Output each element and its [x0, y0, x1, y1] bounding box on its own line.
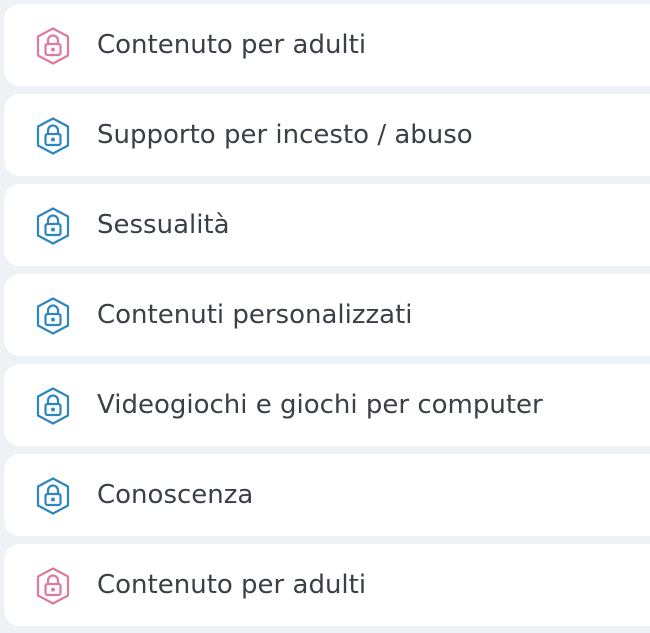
lock-icon — [33, 476, 73, 516]
lock-icon — [33, 26, 73, 66]
lock-icon — [33, 386, 73, 426]
lock-icon — [33, 296, 73, 336]
category-list: Contenuto per adulti Supporto per incest… — [0, 0, 650, 633]
category-label: Sessualità — [97, 210, 230, 240]
category-label: Contenuto per adulti — [97, 570, 367, 600]
category-label: Supporto per incesto / abuso — [97, 120, 473, 150]
category-item-sessualita[interactable]: Sessualità — [4, 184, 650, 266]
category-label: Contenuti personalizzati — [97, 300, 413, 330]
lock-icon — [33, 206, 73, 246]
category-item-videogiochi[interactable]: Videogiochi e giochi per computer — [4, 364, 650, 446]
category-label: Contenuto per adulti — [97, 30, 367, 60]
category-item-contenuto-per-adulti-2[interactable]: Contenuto per adulti — [4, 544, 650, 626]
lock-icon — [33, 116, 73, 156]
category-label: Videogiochi e giochi per computer — [97, 390, 543, 420]
category-label: Conoscenza — [97, 480, 254, 510]
category-item-contenuto-per-adulti[interactable]: Contenuto per adulti — [4, 4, 650, 86]
category-item-supporto-incesto-abuso[interactable]: Supporto per incesto / abuso — [4, 94, 650, 176]
category-item-contenuti-personalizzati[interactable]: Contenuti personalizzati — [4, 274, 650, 356]
lock-icon — [33, 566, 73, 606]
category-item-conoscenza[interactable]: Conoscenza — [4, 454, 650, 536]
